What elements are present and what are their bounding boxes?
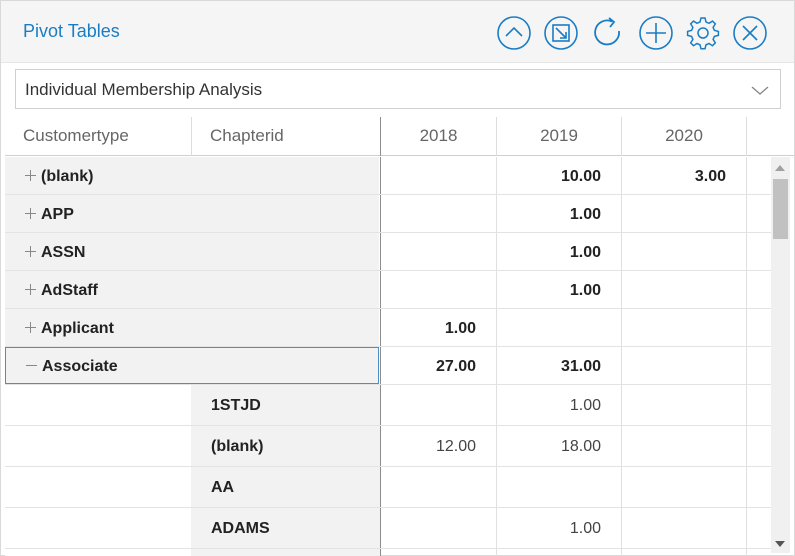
close-icon[interactable] <box>732 15 768 51</box>
value-cell-2019[interactable]: 31.00 <box>497 347 621 384</box>
row-header-cell: Applicant <box>5 309 379 346</box>
row-label: AdStaff <box>41 282 98 299</box>
row-header-cell: (blank) <box>191 426 380 466</box>
value-cell-2020[interactable] <box>622 271 746 308</box>
selector-value: Individual Membership Analysis <box>25 80 263 99</box>
table-row: AA <box>5 467 771 508</box>
value-cell-2020[interactable] <box>622 426 746 466</box>
value-cell-2018[interactable]: 27.00 <box>381 347 496 384</box>
vertical-scrollbar[interactable] <box>771 157 790 553</box>
value-cell-2020[interactable] <box>622 347 746 384</box>
value-cell-2018[interactable]: 12.00 <box>381 426 496 466</box>
value-cell-2018[interactable] <box>381 508 496 548</box>
row-header-cell: ASSN <box>5 233 379 270</box>
value-cell-2018[interactable] <box>381 157 496 194</box>
row-label: 1STJD <box>211 397 261 414</box>
row-label: ASSN <box>41 244 86 261</box>
add-icon[interactable] <box>638 15 674 51</box>
value-cell-2019[interactable]: 18.00 <box>497 426 621 466</box>
settings-gear-icon[interactable] <box>685 15 721 51</box>
value-cell-2020[interactable] <box>622 195 746 232</box>
pivot-table-panel: Pivot Tables Individual Membership Analy… <box>0 0 795 556</box>
column-header-2020[interactable]: 2020 <box>622 117 746 156</box>
row-header-cell: (blank) <box>5 157 379 194</box>
expand-plus-icon[interactable] <box>25 322 37 334</box>
table-row-selected: Associate 27.00 31.00 <box>5 347 771 385</box>
value-cell-2020[interactable] <box>622 233 746 270</box>
value-cell-2018[interactable] <box>381 271 496 308</box>
row-label: ADAMS <box>211 520 270 537</box>
value-cell-2019[interactable]: 1.00 <box>497 271 621 308</box>
value-cell-2018[interactable]: 1.00 <box>381 309 496 346</box>
collapse-minus-icon[interactable] <box>26 360 38 372</box>
refresh-icon[interactable] <box>590 15 626 51</box>
value-cell-2020[interactable] <box>622 467 746 507</box>
value-cell-2019[interactable]: 1.00 <box>497 233 621 270</box>
row-header-cell: AdStaff <box>5 271 379 308</box>
row-header-cell: APP <box>5 195 379 232</box>
scrollbar-thumb[interactable] <box>773 179 788 239</box>
table-row: Applicant 1.00 <box>5 309 771 347</box>
row-label: APP <box>41 206 74 223</box>
table-row: APP 1.00 <box>5 195 771 233</box>
value-cell-2019[interactable]: 1.00 <box>497 508 621 548</box>
value-cell-2019[interactable]: 1.00 <box>497 195 621 232</box>
column-header-customertype[interactable]: Customertype <box>5 117 191 156</box>
value-cell-2020[interactable] <box>622 385 746 425</box>
row-label: (blank) <box>211 438 264 455</box>
row-header-cell: 1STJD <box>191 385 380 425</box>
panel-header: Pivot Tables <box>1 1 794 63</box>
table-row: (blank) 12.00 18.00 <box>5 426 771 467</box>
value-cell-2018[interactable] <box>381 467 496 507</box>
column-header-2018[interactable]: 2018 <box>381 117 496 156</box>
table-row: ADAMS 1.00 <box>5 508 771 549</box>
table-row: (blank) 10.00 3.00 <box>5 157 771 195</box>
column-header-2019[interactable]: 2019 <box>497 117 621 156</box>
table-row: 1STJD 1.00 <box>5 385 771 426</box>
row-label: Applicant <box>41 320 114 337</box>
value-cell-2018[interactable] <box>381 233 496 270</box>
pivot-grid: (blank) 10.00 3.00 APP 1.00 ASSN 1.00 Ad… <box>5 157 771 556</box>
chevron-down-icon <box>750 80 770 100</box>
value-cell-2019[interactable] <box>497 467 621 507</box>
value-cell-2020[interactable] <box>622 309 746 346</box>
collapse-up-icon[interactable] <box>496 15 532 51</box>
row-header-cell[interactable]: Associate <box>5 347 379 384</box>
pivot-table-selector[interactable]: Individual Membership Analysis <box>15 69 781 109</box>
expand-plus-icon[interactable] <box>25 246 37 258</box>
row-label: AA <box>211 479 235 496</box>
row-header-cell: AA <box>191 467 380 507</box>
expand-plus-icon[interactable] <box>25 284 37 296</box>
table-row: ASSN 1.00 <box>5 233 771 271</box>
expand-plus-icon[interactable] <box>25 208 37 220</box>
scroll-down-arrow-icon[interactable] <box>775 541 785 547</box>
value-cell-2018[interactable] <box>381 385 496 425</box>
column-header-chapterid[interactable]: Chapterid <box>192 117 380 156</box>
minimize-icon[interactable] <box>543 15 579 51</box>
value-cell-2020[interactable]: 3.00 <box>622 157 746 194</box>
row-label: Associate <box>42 358 118 375</box>
value-cell-2020[interactable] <box>622 508 746 548</box>
scroll-up-arrow-icon[interactable] <box>775 165 785 171</box>
value-cell-2019[interactable]: 10.00 <box>497 157 621 194</box>
panel-title: Pivot Tables <box>23 21 120 41</box>
column-header-row: Customertype Chapterid 2018 2019 2020 <box>5 117 794 156</box>
table-row: AdStaff 1.00 <box>5 271 771 309</box>
row-header-cell: ADAMS <box>191 508 380 548</box>
value-cell-2018[interactable] <box>381 195 496 232</box>
row-label: (blank) <box>41 168 94 185</box>
expand-plus-icon[interactable] <box>25 170 37 182</box>
table-row-partial <box>5 549 771 556</box>
value-cell-2019[interactable] <box>497 309 621 346</box>
value-cell-2019[interactable]: 1.00 <box>497 385 621 425</box>
